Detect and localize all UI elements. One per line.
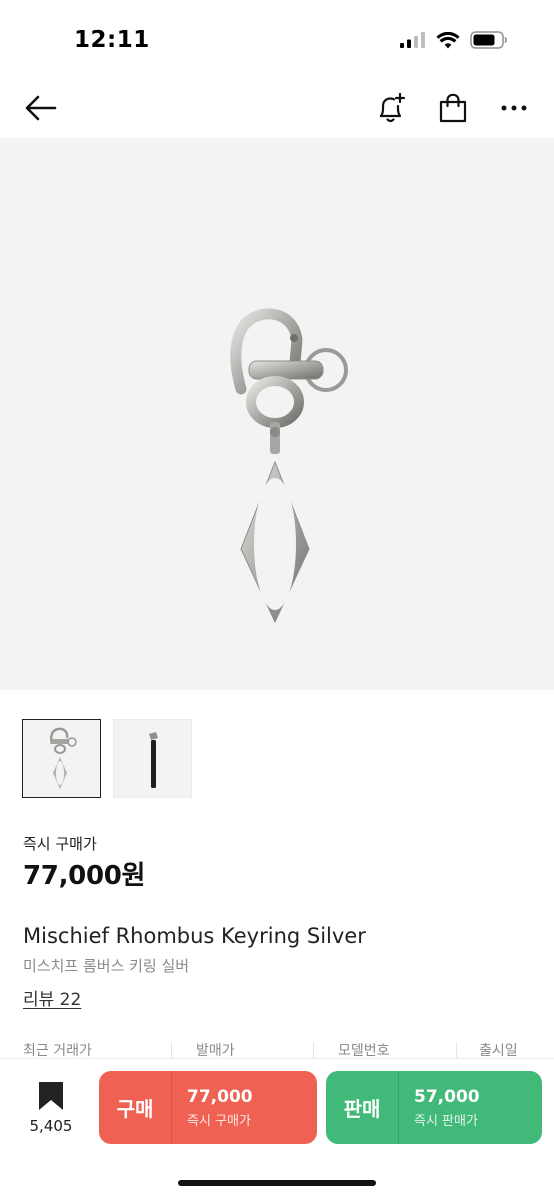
buy-label: 구매	[116, 1097, 154, 1121]
thumbnail-1[interactable]	[22, 719, 101, 798]
back-button[interactable]	[22, 90, 60, 126]
thumbnail-list	[22, 719, 192, 798]
sell-sub-label: 즉시 판매가	[414, 1113, 478, 1129]
cellular-signal-icon	[400, 32, 425, 48]
buy-price: 77,000	[187, 1086, 253, 1107]
keyring-thumbnail	[49, 727, 77, 789]
price-label: 즉시 구매가	[23, 835, 97, 853]
cart-button[interactable]	[433, 88, 473, 128]
product-image[interactable]	[0, 138, 554, 690]
keyring-image	[230, 308, 348, 624]
battery-icon	[470, 31, 507, 49]
release-date-header: 출시일	[479, 1043, 518, 1059]
wish-count: 5,405	[29, 1117, 73, 1135]
sell-price: 57,000	[414, 1086, 480, 1107]
product-info-headers: 최근 거래가 발매가 모델번호 출시일	[0, 1040, 554, 1060]
status-time: 12:11	[74, 27, 150, 53]
status-bar: 12:11	[0, 0, 554, 80]
wish-button[interactable]: 5,405	[22, 1081, 80, 1151]
bookmark-icon	[39, 1082, 63, 1110]
wifi-icon	[436, 31, 460, 49]
home-indicator	[178, 1180, 376, 1186]
bell-plus-icon	[379, 92, 406, 123]
sell-button[interactable]: 판매 57,000 즉시 판매가	[326, 1071, 542, 1144]
buy-info: 77,000 즉시 구매가	[172, 1087, 253, 1129]
shopping-bag-icon	[439, 93, 467, 123]
status-icons	[400, 31, 508, 49]
product-name: Mischief Rhombus Keyring Silver	[23, 924, 366, 948]
buy-sub-label: 즉시 구매가	[187, 1113, 251, 1129]
keyring-side-thumbnail	[148, 731, 158, 788]
back-arrow-icon	[25, 95, 57, 121]
instant-buy-price: 77,000원	[23, 861, 146, 891]
sell-label: 판매	[343, 1097, 381, 1121]
review-link[interactable]: 리뷰 22	[23, 985, 81, 1010]
more-icon	[501, 105, 527, 111]
thumbnail-2[interactable]	[113, 719, 192, 798]
product-name-korean: 미스치프 롬버스 키링 실버	[23, 957, 190, 975]
nav-bar	[0, 80, 554, 138]
sell-info: 57,000 즉시 판매가	[399, 1087, 480, 1129]
buy-button[interactable]: 구매 77,000 즉시 구매가	[99, 1071, 317, 1144]
bottom-action-bar: 5,405 구매 77,000 즉시 구매가 판매 57,000 즉시 판매가	[0, 1058, 554, 1200]
recent-trade-header: 최근 거래가	[23, 1043, 92, 1059]
release-price-header: 발매가	[196, 1043, 235, 1059]
more-button[interactable]	[494, 88, 534, 128]
price-alert-button[interactable]	[371, 88, 411, 128]
model-number-header: 모델번호	[338, 1043, 390, 1059]
